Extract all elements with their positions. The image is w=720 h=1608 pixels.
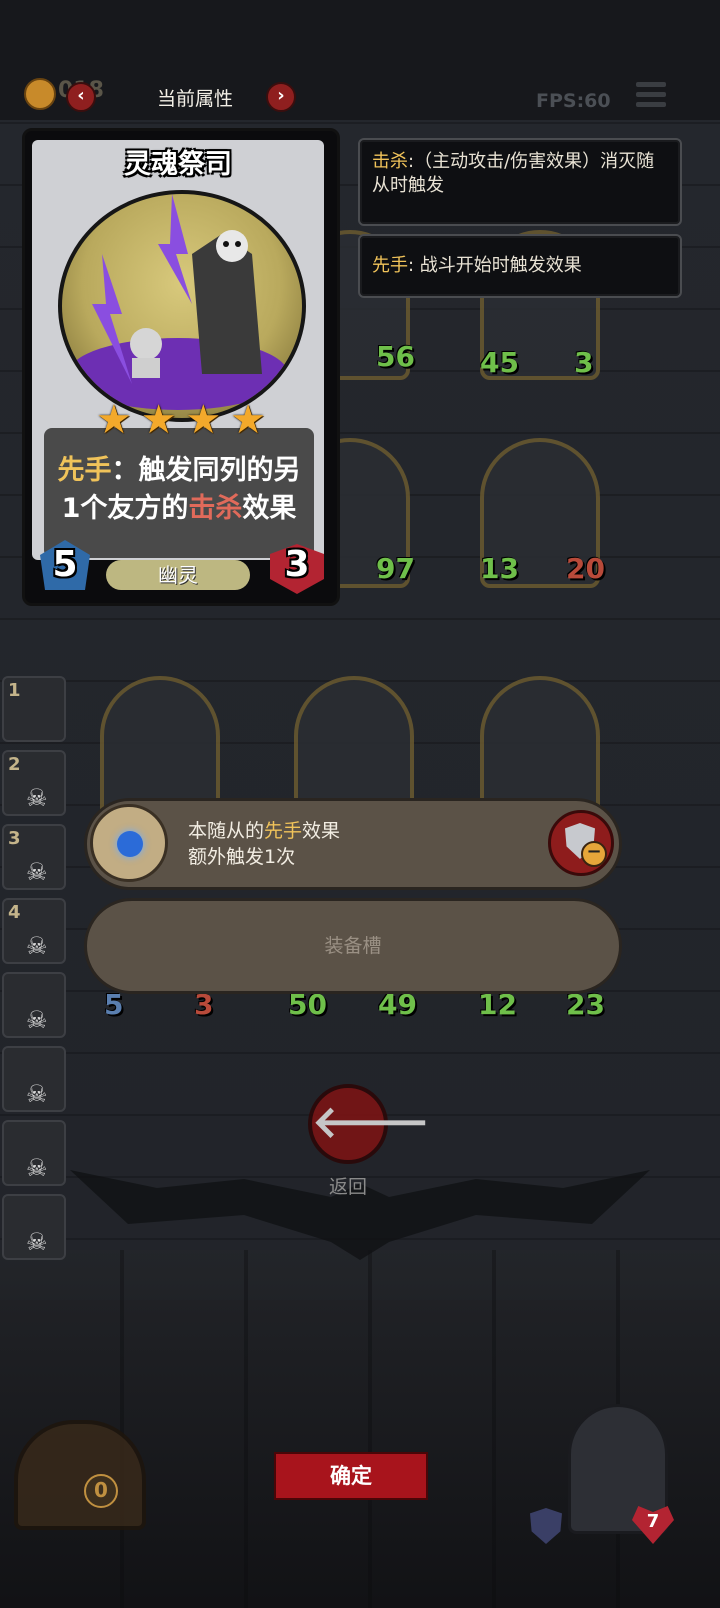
skull-icon: ☠ bbox=[26, 784, 48, 812]
skull-icon: ☠ bbox=[26, 1154, 48, 1182]
unequip-button[interactable]: − bbox=[548, 810, 614, 876]
roster-slot[interactable]: 1 bbox=[2, 676, 66, 742]
equip-line1-prefix: 本随从的 bbox=[188, 820, 265, 842]
soul-priest-illustration bbox=[68, 194, 288, 410]
card-name: 灵魂祭司 bbox=[124, 149, 232, 180]
roster-slot[interactable]: 2 ☠ bbox=[2, 750, 66, 816]
card-description: 先手：触发同列的另 1个友方的击杀效果 bbox=[44, 452, 314, 528]
door-count: 0 bbox=[84, 1474, 118, 1508]
back-button[interactable]: 🡐 bbox=[308, 1084, 430, 1164]
minion-health: 20 bbox=[566, 552, 605, 585]
tooltip-first-strike: 先手: 战斗开始时触发效果 bbox=[358, 234, 682, 298]
desc-text-2: 1个友方的 bbox=[61, 493, 189, 524]
card-portrait bbox=[58, 190, 306, 422]
minion-health: 3 bbox=[574, 346, 594, 379]
roster-slot[interactable]: ☠ bbox=[2, 1120, 66, 1186]
tooltip-keyword: 击杀 bbox=[372, 151, 408, 172]
card-attack: 5 bbox=[52, 544, 78, 585]
roster-number: 2 bbox=[8, 754, 21, 775]
equipment-orb-icon bbox=[90, 804, 168, 882]
tooltip-keyword: 先手 bbox=[372, 255, 408, 276]
menu-icon[interactable] bbox=[636, 82, 666, 112]
roster-slot[interactable]: ☠ bbox=[2, 972, 66, 1038]
equip-line1-suffix: 效果 bbox=[302, 820, 341, 842]
skull-icon: ☠ bbox=[26, 1006, 48, 1034]
coin-icon bbox=[24, 78, 56, 110]
skull-icon: ☠ bbox=[26, 932, 48, 960]
desc-text-1: ：触发同列的另 bbox=[111, 455, 301, 486]
skull-icon: ☠ bbox=[26, 1080, 48, 1108]
minion-attack: 5 bbox=[104, 988, 124, 1021]
card-stars: ★ ★ ★ ★ bbox=[96, 400, 266, 440]
equipment-slot[interactable]: 装备槽 bbox=[84, 898, 622, 994]
prev-arrow-button[interactable]: ‹ bbox=[66, 82, 96, 112]
confirm-button[interactable]: 确定 bbox=[274, 1452, 428, 1500]
minion-attack: 56 bbox=[376, 340, 415, 373]
next-arrow-button[interactable]: › bbox=[266, 82, 296, 112]
star-icon: ★ bbox=[96, 397, 132, 443]
card-type-tag: 幽灵 bbox=[106, 560, 250, 590]
equip-keyword: 先手 bbox=[264, 820, 303, 842]
roster-slot[interactable]: 3 ☠ bbox=[2, 824, 66, 890]
roster-number: 1 bbox=[8, 680, 21, 701]
desc-text-3: 效果 bbox=[242, 493, 297, 524]
skull-icon: ☠ bbox=[26, 858, 48, 886]
star-icon: ★ bbox=[185, 397, 222, 443]
minion-attack: 45 bbox=[480, 346, 519, 379]
back-label: 返回 bbox=[328, 1176, 367, 1198]
card-health: 3 bbox=[284, 544, 310, 585]
tooltip-text: :（主动攻击/伤害效果）消灭随从时触发 bbox=[372, 151, 655, 196]
desc-keyword: 先手 bbox=[57, 455, 112, 486]
skull-icon: ☠ bbox=[26, 1228, 48, 1256]
page-title: 当前属性 bbox=[156, 88, 233, 110]
roster-slot[interactable]: ☠ bbox=[2, 1194, 66, 1260]
minion-health: 97 bbox=[376, 552, 415, 585]
dungeon-door-icon[interactable] bbox=[14, 1420, 146, 1530]
fps-counter: FPS:60 bbox=[536, 90, 611, 112]
minion-attack: 13 bbox=[480, 552, 519, 585]
roster-number: 3 bbox=[8, 828, 21, 849]
roster-slot[interactable]: 4 ☠ bbox=[2, 898, 66, 964]
tooltip-text: : 战斗开始时触发效果 bbox=[408, 255, 582, 276]
equipment-description: 本随从的先手效果 额外触发1次 bbox=[188, 818, 340, 870]
desc-keyword-2: 击杀 bbox=[188, 493, 243, 524]
equip-line2: 额外触发1次 bbox=[188, 846, 296, 868]
minus-icon: − bbox=[581, 841, 607, 867]
star-icon: ★ bbox=[140, 397, 177, 443]
roster-number: 4 bbox=[8, 902, 21, 923]
tooltip-kill: 击杀:（主动攻击/伤害效果）消灭随从时触发 bbox=[358, 138, 682, 226]
star-icon: ★ bbox=[230, 397, 266, 443]
roster-slot[interactable]: ☠ bbox=[2, 1046, 66, 1112]
